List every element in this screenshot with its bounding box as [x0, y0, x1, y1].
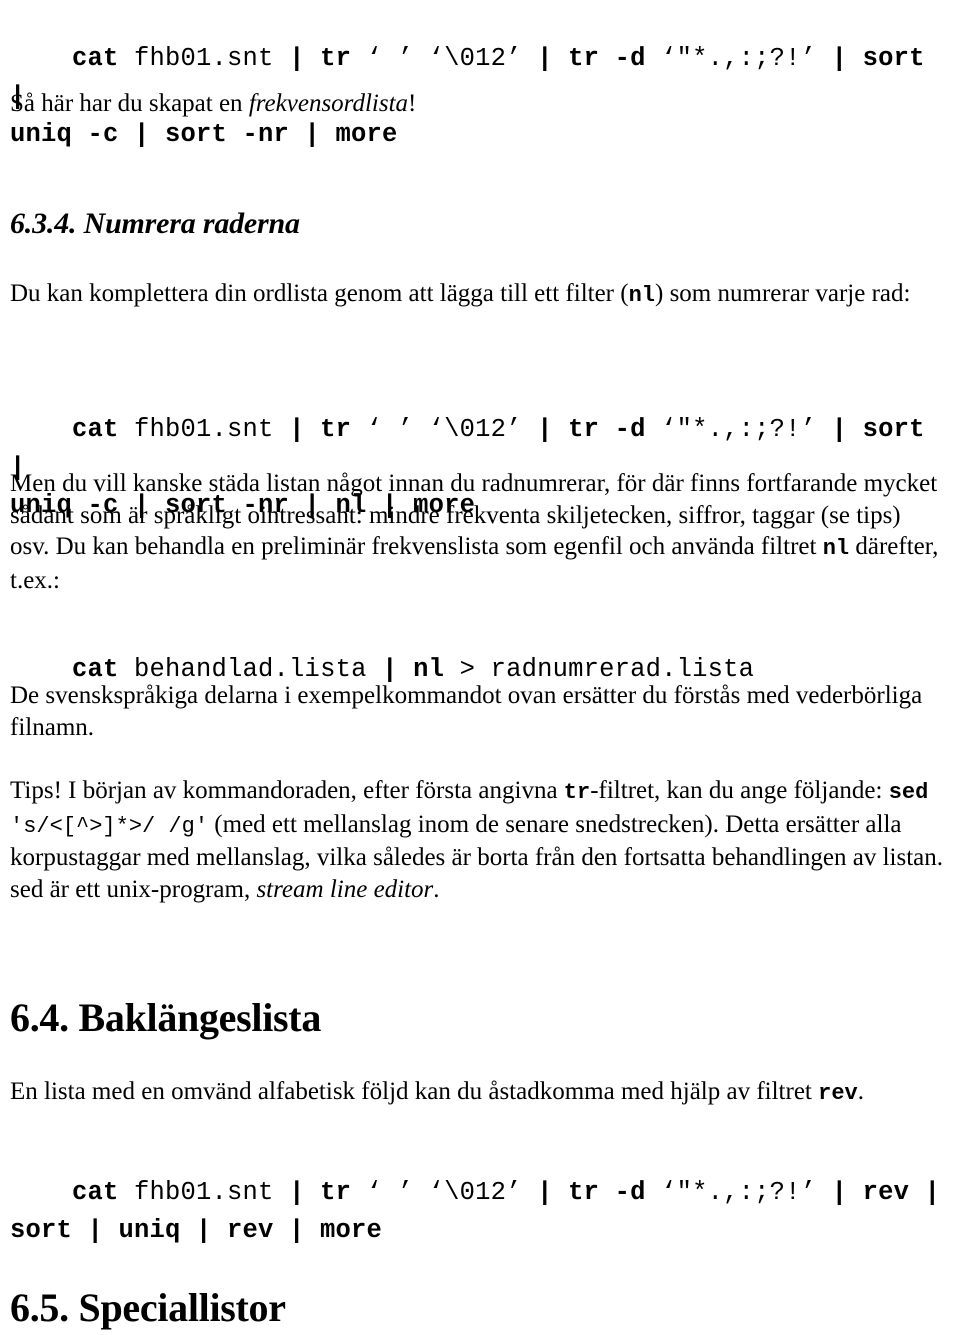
code-keyword-tr-delete: | tr -d — [537, 1178, 646, 1207]
code-keyword-cat: cat — [72, 44, 119, 73]
text-after-italic: ! — [408, 90, 417, 117]
code-keyword-tr: | tr — [289, 415, 352, 444]
text-stada-part1: Men du vill kanske städa listan något in… — [10, 470, 938, 560]
heading-6-3-4: 6.3.4. Numrera raderna — [10, 207, 300, 240]
text-nl-intro-before: Du kan komplettera din ordlista genom at… — [10, 280, 629, 307]
code-arg-tr-translate: ‘ ’ ‘\012’ — [351, 44, 538, 73]
paragraph-stada-listan: Men du vill kanske städa listan något in… — [10, 468, 946, 596]
code-keyword-tr: | tr — [289, 44, 352, 73]
code-arg-punctuation-set: ‘"*.,:;?!’ — [645, 1178, 832, 1207]
code-arg-filename: fhb01.snt — [118, 1178, 290, 1207]
code-arg-filename: fhb01.snt — [118, 44, 290, 73]
code-keyword-tr: | tr — [289, 1178, 352, 1207]
paragraph-tips: Tips! I början av kommandoraden, efter f… — [10, 775, 946, 905]
text-tips-end: . — [433, 875, 440, 903]
code-arg-punctuation-set: ‘"*.,:;?!’ — [645, 415, 832, 444]
code-block-reverse-list: cat fhb01.snt | tr ‘ ’ ‘\012’ | tr -d ‘"… — [10, 1136, 946, 1288]
code-keyword-rev: | rev | — [831, 1178, 941, 1207]
paragraph-svensksprakiga-delarna: De svenskspråkiga delarna i exempelkomma… — [10, 682, 923, 741]
paragraph-nl-intro: Du kan komplettera din ordlista genom at… — [10, 278, 946, 312]
code-arg-tr-translate: ‘ ’ ‘\012’ — [351, 415, 538, 444]
inline-code-tr: tr — [563, 780, 591, 805]
text-before-italic: Så här har du skapat en — [10, 90, 249, 117]
inline-code-rev: rev — [818, 1081, 858, 1106]
text-rev-before: En lista med en omvänd alfabetisk följd … — [10, 1078, 819, 1105]
code-line-sort-uniq-rev-more: sort | uniq | rev | more — [10, 1216, 383, 1245]
heading-6-4: 6.4. Baklängeslista — [10, 995, 322, 1040]
code-keyword-tr-delete: | tr -d — [537, 415, 646, 444]
inline-code-sed-expression: 's/<[^>]*>/ /g' — [10, 813, 209, 839]
code-keyword-tr-delete: | tr -d — [537, 44, 646, 73]
code-arg-punctuation-set: ‘"*.,:;?!’ — [645, 44, 832, 73]
code-arg-filename: fhb01.snt — [118, 415, 290, 444]
text-tips-intro: Tips! I början av kommandoraden, efter f… — [10, 777, 564, 804]
code-keyword-cat: cat — [72, 1178, 119, 1207]
code-line-uniq-sort-more: uniq -c | sort -nr | more — [10, 120, 398, 149]
text-nl-intro-after: ) som numrerar varje rad: — [655, 280, 911, 307]
code-arg-tr-translate: ‘ ’ ‘\012’ — [351, 1178, 538, 1207]
document-page: cat fhb01.snt | tr ‘ ’ ‘\012’ | tr -d ‘"… — [0, 0, 960, 1335]
heading-6-5: 6.5. Speciallistor — [10, 1285, 286, 1330]
paragraph-baklangeslista-intro: En lista med en omvänd alfabetisk följd … — [10, 1076, 946, 1110]
code-keyword-cat: cat — [72, 415, 119, 444]
text-tips-mid: -filtret, kan du ange följande: — [590, 777, 889, 804]
paragraph-frekvensordlista: Så här har du skapat en frekvensordlista… — [10, 88, 946, 120]
emphasis-stream-line-editor: stream line editor — [256, 875, 434, 903]
inline-code-sed: sed — [888, 780, 929, 805]
inline-code-nl: nl — [628, 283, 655, 308]
text-rev-after: . — [857, 1078, 864, 1105]
inline-code-nl: nl — [822, 536, 850, 561]
emphasis-frekvensordlista: frekvensordlista — [248, 90, 409, 117]
